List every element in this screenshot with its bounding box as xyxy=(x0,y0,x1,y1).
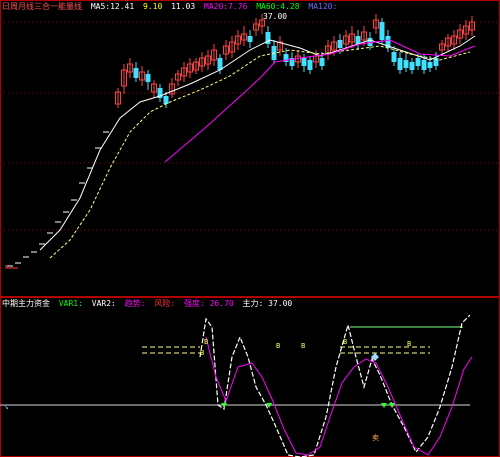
indicator-lines xyxy=(199,314,473,457)
ma-white-value: 11.03 xyxy=(171,2,196,11)
candle-body xyxy=(145,74,151,82)
candle-body xyxy=(301,58,307,66)
ma5-value: MA5:12.41 xyxy=(90,2,135,11)
candle-body xyxy=(409,62,415,70)
ma60-value: MA60:4.28 xyxy=(256,2,300,11)
candle-body xyxy=(427,62,433,68)
candle-body xyxy=(397,58,403,70)
signal-markers: B B B B B B 卖 ↘ xyxy=(4,338,411,442)
buy-signal-label: B xyxy=(407,340,411,348)
candle-body xyxy=(337,40,343,48)
trend-value: 趋势: xyxy=(124,299,146,308)
price-chart-header: 日周月线三合一能量线 MA5:12.41 9.10 11.03 MA20:7.7… xyxy=(2,2,341,12)
candle-body xyxy=(355,36,361,44)
oscillator-white-line xyxy=(199,314,471,457)
buy-signal-label: B xyxy=(343,338,347,346)
indicator-panel[interactable]: B B B B B B 卖 ↘ 中期主力资金 VAR1: VAR2: 趋势: 风… xyxy=(0,297,500,457)
candle-body xyxy=(379,22,385,40)
price-chart[interactable]: 37.00 xyxy=(0,0,500,297)
indicator-header: 中期主力资金 VAR1: VAR2: 趋势: 风险: 强度: 26.70 主力:… xyxy=(2,299,296,309)
candle-body xyxy=(307,60,313,70)
buy-signal-label: B xyxy=(276,342,280,350)
var1-value: VAR1: xyxy=(58,299,83,308)
indicator-name: 日周月线三合一能量线 xyxy=(2,2,82,11)
ma10-value: 9.10 xyxy=(143,2,163,11)
candle-body xyxy=(319,58,325,66)
main-force-value: 主力: 37.00 xyxy=(242,299,293,308)
indicator-frame xyxy=(0,297,500,457)
high-price-label: 37.00 xyxy=(263,12,287,21)
indicator-title: 中期主力资金 xyxy=(2,299,50,308)
candle-body xyxy=(415,58,421,66)
candle-body xyxy=(217,58,223,70)
ma20-value: MA20:7.76 xyxy=(204,2,248,11)
candle-body xyxy=(403,60,409,68)
candle-body xyxy=(247,36,253,42)
indicator-chart[interactable]: B B B B B B 卖 ↘ xyxy=(0,297,500,457)
level-line-green xyxy=(350,326,463,328)
candle-body xyxy=(421,60,427,70)
risk-value: 风险: xyxy=(154,299,176,308)
candle-body xyxy=(391,52,397,62)
price-chart-panel[interactable]: 37.00 日周月线三合一能量线 MA5:12.41 9.10 11.03 MA… xyxy=(0,0,500,297)
buy-signal-label: B xyxy=(200,349,204,357)
candle-body xyxy=(163,96,169,104)
left-arrow-icon: ↘ xyxy=(4,402,9,411)
strength-value: 强度: 26.70 xyxy=(183,299,234,308)
dashed-levels xyxy=(142,346,430,354)
buy-signal-label: B xyxy=(301,342,305,350)
ma120-value: MA120: xyxy=(308,2,338,11)
buy-signal-label: B xyxy=(204,338,208,346)
var2-value: VAR2: xyxy=(91,299,116,308)
candle-body xyxy=(133,68,139,78)
sell-signal-label: 卖 xyxy=(372,434,379,442)
